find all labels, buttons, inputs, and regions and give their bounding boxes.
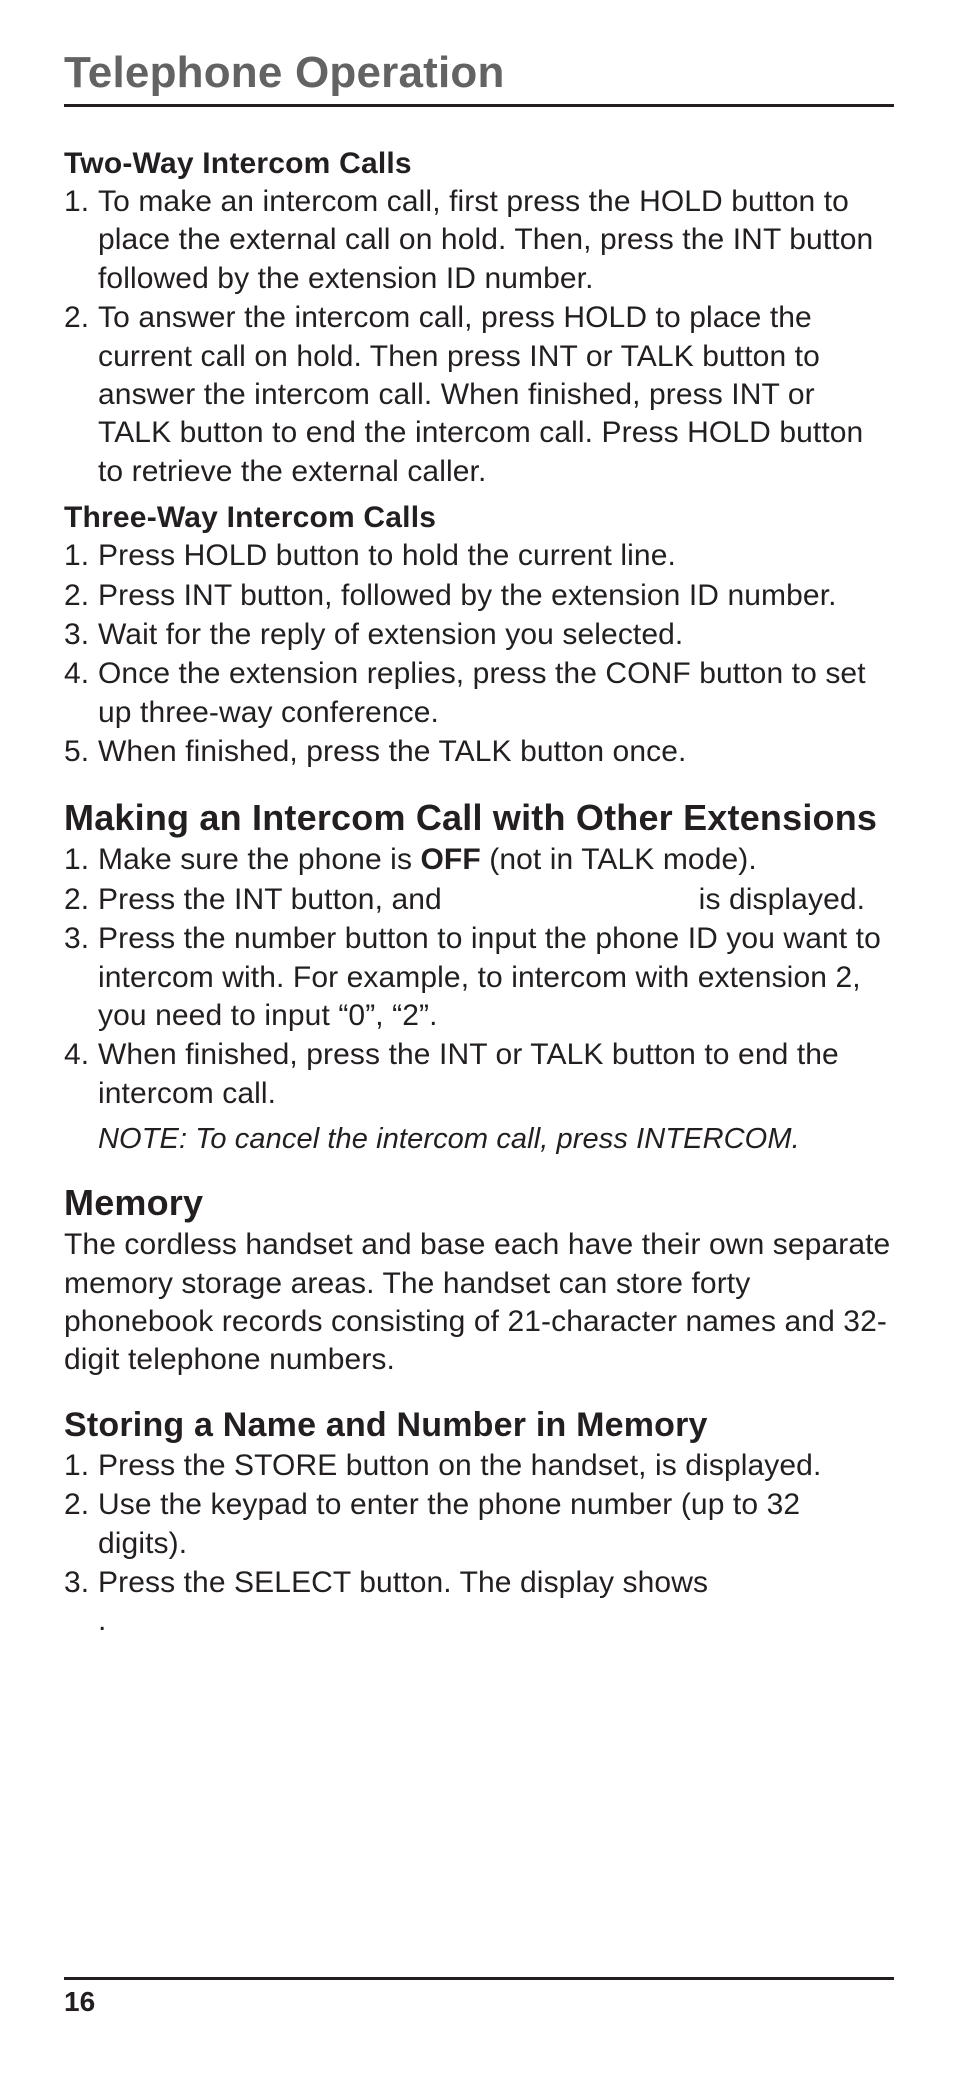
section-two-way: Two-Way Intercom Calls To make an interc… [64, 147, 894, 491]
list-making: Make sure the phone is OFF (not in TALK … [64, 841, 894, 1113]
list-item: When finished, press the TALK button onc… [64, 733, 894, 771]
list-item: Press the INT button, and is displayed. [64, 881, 894, 919]
list-item: Use the keypad to enter the phone number… [64, 1486, 894, 1563]
list-item: Press HOLD button to hold the current li… [64, 537, 894, 575]
section-memory: Memory The cordless handset and base eac… [64, 1182, 894, 1380]
list-item: When finished, press the INT or TALK but… [64, 1036, 894, 1113]
heading-three-way: Three-Way Intercom Calls [64, 501, 894, 535]
section-storing: Storing a Name and Number in Memory Pres… [64, 1406, 894, 1641]
page-content: Telephone Operation Two-Way Intercom Cal… [0, 0, 954, 1641]
list-item: Once the extension replies, press the CO… [64, 655, 894, 732]
list-item: Press INT button, followed by the extens… [64, 577, 894, 615]
list-item: To make an intercom call, first press th… [64, 183, 894, 298]
heading-memory: Memory [64, 1182, 894, 1224]
page-title: Telephone Operation [64, 48, 894, 107]
note-text: NOTE: To cancel the intercom call, press… [64, 1123, 894, 1156]
section-three-way: Three-Way Intercom Calls Press HOLD butt… [64, 501, 894, 771]
list-item: To answer the intercom call, press HOLD … [64, 299, 894, 491]
list-item: Press the number button to input the pho… [64, 920, 894, 1035]
page-number: 16 [64, 1986, 894, 2018]
list-item: Make sure the phone is OFF (not in TALK … [64, 841, 894, 879]
list-two-way: To make an intercom call, first press th… [64, 183, 894, 491]
list-storing: Press the STORE button on the handset, i… [64, 1447, 894, 1641]
list-item: Press the STORE button on the handset, i… [64, 1447, 894, 1485]
bold-off: OFF [421, 843, 481, 876]
list-three-way: Press HOLD button to hold the current li… [64, 537, 894, 771]
section-making: Making an Intercom Call with Other Exten… [64, 797, 894, 1156]
memory-body: The cordless handset and base each have … [64, 1226, 894, 1380]
heading-two-way: Two-Way Intercom Calls [64, 147, 894, 181]
heading-making: Making an Intercom Call with Other Exten… [64, 797, 894, 839]
heading-storing: Storing a Name and Number in Memory [64, 1406, 894, 1445]
footer: 16 [64, 1977, 894, 2018]
list-item: Wait for the reply of extension you sele… [64, 616, 894, 654]
list-item: Press the SELECT button. The display sho… [64, 1564, 894, 1641]
